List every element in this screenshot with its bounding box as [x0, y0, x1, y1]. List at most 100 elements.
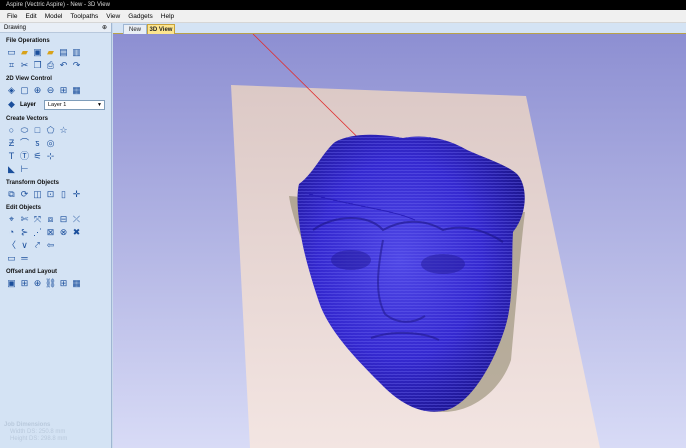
offset-icon[interactable]: ▣: [6, 278, 17, 289]
ungroup-icon[interactable]: ⊞: [58, 278, 69, 289]
pan-icon[interactable]: ⊞: [58, 85, 69, 96]
copy-icon[interactable]: ✂: [19, 60, 30, 71]
chevron-down-icon: ▼: [97, 101, 102, 108]
group-icon[interactable]: ⛓: [45, 278, 56, 289]
zoom-out-icon[interactable]: ⊖: [45, 85, 56, 96]
zoom-in-icon[interactable]: ⊕: [32, 85, 43, 96]
close-icon[interactable]: ⊠: [45, 227, 56, 238]
nest-icon[interactable]: ⊕: [32, 278, 43, 289]
lines-icon[interactable]: ═: [19, 253, 30, 264]
circle-icon[interactable]: ○: [6, 125, 17, 136]
redo-icon[interactable]: ↷: [71, 60, 82, 71]
tool-row: ◔ ⊱ ⋰ ⊠ ⊗ ✖: [0, 226, 111, 238]
center-icon[interactable]: ✛: [71, 189, 82, 200]
tool-row: ▭ ▰ ▣ ▰ ▤ ▥: [0, 46, 111, 58]
cut-icon[interactable]: ⌗: [6, 60, 17, 71]
forward-icon[interactable]: ✖: [71, 227, 82, 238]
subtract-icon[interactable]: ⊟: [58, 214, 69, 225]
zoom-box-icon[interactable]: ▢: [19, 85, 30, 96]
smooth-icon[interactable]: ⋰: [32, 227, 43, 238]
split-icon[interactable]: ∨: [19, 240, 30, 251]
spiral-icon[interactable]: ƽ: [32, 138, 43, 149]
section-2d-view-control: 2D View Control: [6, 76, 52, 82]
panel-title: Drawing ⊕: [0, 23, 111, 33]
intersect-icon[interactable]: ⤫: [71, 214, 82, 225]
tab-new[interactable]: New: [123, 24, 147, 34]
curve-icon[interactable]: ⌒: [19, 138, 30, 149]
section-file-operations: File Operations: [6, 38, 50, 44]
tool-row: ⧉ ⟳ ◫ ⊡ ▯ ✛: [0, 188, 111, 200]
trim-icon[interactable]: ✄: [19, 214, 30, 225]
tool-row: 〈 ∨ ⤤ ⇦: [0, 239, 111, 251]
image-trace-icon[interactable]: ⊹: [45, 151, 56, 162]
section-offset-layout: Offset and Layout: [6, 269, 58, 275]
title-bar: Aspire (Vectric Aspire) - New - 3D View: [0, 0, 686, 10]
tool-row: ◣ ⊢: [0, 163, 111, 175]
print-icon[interactable]: ⎙: [45, 60, 56, 71]
tool-row: ⌖ ✄ ⤧ ⧈ ⊟ ⤫: [0, 213, 111, 225]
menu-gadgets[interactable]: Gadgets: [124, 13, 157, 20]
reflect-icon[interactable]: ⤤: [32, 240, 43, 251]
menu-file[interactable]: File: [3, 13, 21, 20]
shape-icon[interactable]: 〈: [6, 240, 17, 251]
pin-icon[interactable]: ⊕: [102, 23, 107, 33]
angle-icon[interactable]: ◣: [6, 164, 17, 175]
fillet-icon[interactable]: ◔: [6, 227, 17, 238]
job-width-label: Width: [10, 429, 26, 435]
job-dimensions: Job Dimensions Width DS: 250.8 mm Height…: [4, 422, 67, 443]
menu-view[interactable]: View: [102, 13, 124, 20]
eye-socket-left: [331, 250, 371, 270]
move-icon[interactable]: ⧉: [6, 189, 17, 200]
layout-icon[interactable]: ▦: [71, 278, 82, 289]
scale-icon[interactable]: ⊡: [45, 189, 56, 200]
text-icon[interactable]: T: [6, 151, 17, 162]
menu-edit[interactable]: Edit: [21, 13, 40, 20]
3d-viewport[interactable]: [113, 34, 686, 448]
menu-help[interactable]: Help: [157, 13, 178, 20]
section-create-vectors: Create Vectors: [6, 116, 49, 122]
tool-row: ◈ ▢ ⊕ ⊖ ⊞ ▦: [0, 84, 111, 96]
layer-dropdown[interactable]: Layer 1 ▼: [44, 99, 105, 110]
text-on-curve-icon[interactable]: Ⓣ: [19, 151, 30, 162]
dimension-icon[interactable]: ⚟: [32, 151, 43, 162]
mirror-icon[interactable]: ◫: [32, 189, 43, 200]
array-icon[interactable]: ⊞: [19, 278, 30, 289]
zoom-extents-icon[interactable]: ◈: [6, 85, 17, 96]
undo-icon[interactable]: ↶: [58, 60, 69, 71]
job-height-value: DS: 298.8 mm: [29, 436, 68, 442]
extend-icon[interactable]: ⊱: [19, 227, 30, 238]
tool-row: ▣ ⊞ ⊕ ⛓ ⊞ ▦: [0, 277, 111, 289]
job-width-value: DS: 250.8 mm: [27, 429, 66, 435]
tab-3d-view[interactable]: 3D View: [147, 24, 175, 34]
layer-icon: ◆: [8, 99, 15, 109]
weld-icon[interactable]: ⧈: [45, 214, 56, 225]
measure-icon[interactable]: ⊢: [19, 164, 30, 175]
star-icon[interactable]: ☆: [58, 125, 69, 136]
paste-icon[interactable]: ❐: [32, 60, 43, 71]
menu-toolpaths[interactable]: Toolpaths: [66, 13, 102, 20]
grid-icon[interactable]: ▦: [71, 85, 82, 96]
save-as-icon[interactable]: ▤: [58, 47, 69, 58]
join-icon[interactable]: ⤧: [32, 214, 43, 225]
menu-model[interactable]: Model: [41, 13, 67, 20]
box-icon[interactable]: ▭: [6, 253, 17, 264]
drawing-panel: Drawing ⊕ File Operations ▭ ▰ ▣ ▰ ▤ ▥ ⌗ …: [0, 23, 112, 448]
link-icon[interactable]: ⇦: [45, 240, 56, 251]
section-transform-objects: Transform Objects: [6, 180, 60, 186]
new-file-icon[interactable]: ▭: [6, 47, 17, 58]
polyline-icon[interactable]: Ƶ: [6, 138, 17, 149]
job-height-row: Height DS: 298.8 mm: [4, 436, 67, 443]
import-icon[interactable]: ▥: [71, 47, 82, 58]
ellipse-icon[interactable]: ⬭: [19, 125, 30, 136]
node-edit-icon[interactable]: ⌖: [6, 214, 17, 225]
open-file-icon[interactable]: ▰: [19, 47, 30, 58]
polygon-icon[interactable]: ⬠: [45, 125, 56, 136]
open-folder-icon[interactable]: ▰: [45, 47, 56, 58]
back-icon[interactable]: ⊗: [58, 227, 69, 238]
rotate-icon[interactable]: ⟳: [19, 189, 30, 200]
align-icon[interactable]: ▯: [58, 189, 69, 200]
bezier-icon[interactable]: ◎: [45, 138, 56, 149]
save-icon[interactable]: ▣: [32, 47, 43, 58]
3d-scene: [113, 34, 686, 448]
rectangle-icon[interactable]: □: [32, 125, 43, 136]
